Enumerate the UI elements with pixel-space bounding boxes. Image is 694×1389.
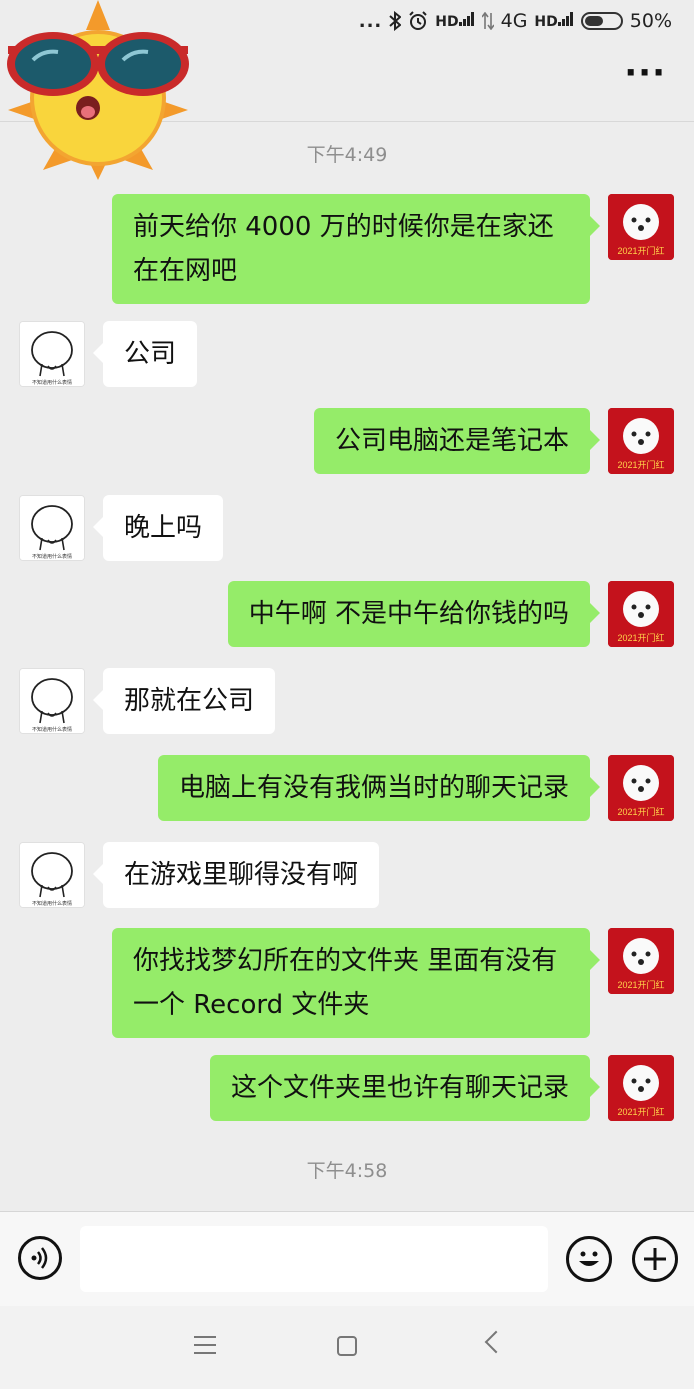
message-bubble-sent[interactable]: 前天给你 4000 万的时候你是在家还在在网吧: [112, 194, 600, 304]
my-avatar[interactable]: 2021开门红: [608, 928, 674, 994]
hd-label-2: HD: [534, 14, 558, 30]
input-bar: [0, 1211, 694, 1306]
my-avatar[interactable]: 2021开门红: [608, 581, 674, 647]
avatar-caption: 不知道用什么表情: [32, 900, 72, 907]
message-bubble-received[interactable]: 公司: [92, 321, 198, 387]
my-avatar[interactable]: 2021开门红: [608, 194, 674, 260]
avatar-caption: 2021开门红: [617, 806, 664, 817]
chat-messages[interactable]: 下午4:49 前天给你 4000 万的时候你是在家还在在网吧 2021开门红 不…: [0, 122, 694, 1210]
avatar-caption: 2021开门红: [617, 1106, 664, 1117]
avatar-caption: 2021开门红: [617, 459, 664, 470]
message-bubble-sent[interactable]: 公司电脑还是笔记本: [313, 408, 601, 474]
network-type: 4G: [500, 10, 528, 32]
alarm-icon: [409, 11, 427, 30]
message-input[interactable]: [80, 1226, 548, 1292]
hd-signal-icon: HD: [435, 12, 474, 30]
battery-percent: 50%: [629, 10, 672, 32]
message-bubble-sent[interactable]: 电脑上有没有我俩当时的聊天记录: [157, 755, 601, 821]
hd-signal-icon-2: HD: [534, 12, 573, 30]
message-bubble-received[interactable]: 晚上吗: [92, 495, 224, 561]
timestamp: 下午4:58: [306, 1160, 388, 1182]
data-arrows-icon: [481, 12, 494, 30]
more-options-button[interactable]: ···: [624, 56, 666, 90]
message-bubble-sent[interactable]: 中午啊 不是中午给你钱的吗: [227, 581, 601, 647]
battery-icon: [580, 12, 623, 30]
more-functions-button[interactable]: [632, 1236, 678, 1282]
back-icon[interactable]: [484, 1330, 508, 1354]
contact-avatar[interactable]: 不知道用什么表情: [19, 842, 85, 908]
plus-icon: [644, 1248, 666, 1270]
contact-avatar[interactable]: 不知道用什么表情: [19, 495, 85, 561]
bluetooth-icon: [389, 11, 402, 31]
my-avatar[interactable]: 2021开门红: [608, 755, 674, 821]
contact-avatar[interactable]: 不知道用什么表情: [19, 668, 85, 734]
avatar-caption: 2021开门红: [617, 979, 664, 990]
message-bubble-received[interactable]: 在游戏里聊得没有啊: [92, 842, 380, 908]
voice-icon: [31, 1247, 48, 1269]
contact-avatar[interactable]: 不知道用什么表情: [19, 321, 85, 387]
my-avatar[interactable]: 2021开门红: [608, 1055, 674, 1121]
emoji-button[interactable]: [566, 1236, 612, 1282]
timestamp: 下午4:49: [306, 144, 388, 166]
my-avatar[interactable]: 2021开门红: [608, 408, 674, 474]
system-nav-bar: [0, 1306, 694, 1389]
menu-icon[interactable]: [194, 1336, 216, 1360]
avatar-caption: 2021开门红: [617, 245, 664, 256]
hd-label: HD: [435, 14, 459, 30]
avatar-caption: 不知道用什么表情: [32, 553, 72, 560]
more-dots-icon: ...: [358, 10, 383, 32]
home-icon[interactable]: [337, 1336, 357, 1356]
avatar-caption: 不知道用什么表情: [32, 726, 72, 733]
message-bubble-received[interactable]: 那就在公司: [92, 668, 276, 734]
avatar-caption: 不知道用什么表情: [32, 379, 72, 386]
message-bubble-sent[interactable]: 这个文件夹里也许有聊天记录: [209, 1055, 601, 1121]
emoji-icon: [579, 1251, 599, 1266]
voice-button[interactable]: [18, 1236, 62, 1280]
avatar-caption: 2021开门红: [617, 632, 664, 643]
message-bubble-sent[interactable]: 你找找梦幻所在的文件夹 里面有没有一个 Record 文件夹: [112, 928, 600, 1038]
